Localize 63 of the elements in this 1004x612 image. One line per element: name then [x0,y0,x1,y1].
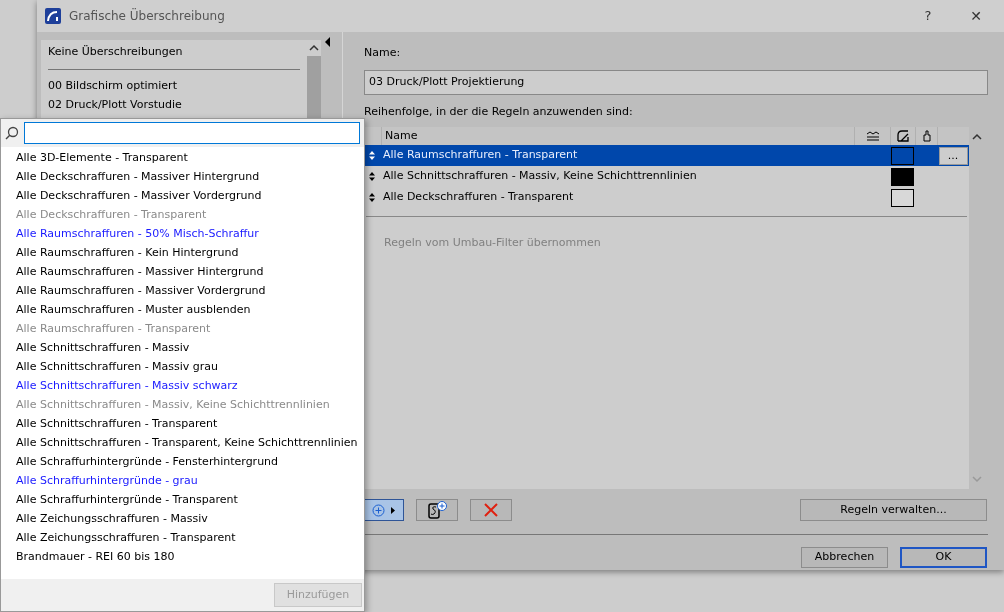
rule-option[interactable]: Alle Zeichungsschraffuren - Massiv [1,509,364,528]
collapse-icon[interactable] [325,37,330,47]
scroll-up-icon[interactable] [309,44,319,51]
rule-name: Alle Schnittschraffuren - Massiv, Keine Schichttrennlinien [382,168,698,185]
rule-name: Alle Raumschraffuren - Transparent [382,147,579,164]
style-list-item[interactable]: Keine Überschreibungen [48,45,183,58]
reorder-icon[interactable] [369,193,375,202]
hatch-icon[interactable] [897,130,909,142]
add-rule-button[interactable] [362,499,404,521]
rule-option[interactable]: Alle 3D-Elemente - Transparent [1,148,364,167]
rule-option[interactable]: Alle Deckschraffuren - Massiver Vordergrund [1,186,364,205]
name-label: Name: [364,45,402,61]
manage-rules-button[interactable]: Regeln verwalten... [800,499,987,521]
rules-label: Reihenfolge, in der die Regeln anzuwenden sind: [364,103,634,120]
rule-option[interactable]: Alle Schnittschraffuren - Massiv, Keine Schichttrennlinien [1,395,364,414]
scroll-up-icon[interactable] [972,133,982,140]
rule-option[interactable]: Alle Zeichungsschraffuren - Transparent [1,528,364,547]
inherited-rules-label: Regeln vom Umbau-Filter übernommen [384,235,602,251]
reorder-icon[interactable] [369,172,375,181]
rule-option[interactable]: Alle Raumschraffuren - Muster ausblenden [1,300,364,319]
window-title: Grafische Überschreibung [69,7,225,25]
fill-swatch[interactable] [891,167,914,186]
caret-icon [390,506,395,514]
help-button[interactable]: ? [908,6,948,26]
rule-row[interactable]: Alle Schnittschraffuren - Massiv, Keine Schichttrennlinien [364,166,969,187]
rule-option[interactable]: Alle Raumschraffuren - Transparent [1,319,364,338]
rule-option[interactable]: Alle Schraffurhintergründe - Fensterhintergrund [1,452,364,471]
rule-option[interactable]: Alle Deckschraffuren - Massiver Hintergrund [1,167,364,186]
app-logo-icon [45,8,61,24]
rule-set-add-icon [426,501,448,519]
fill-swatch[interactable] [891,188,914,207]
brush-icon[interactable] [921,130,932,142]
rule-option[interactable]: Alle Raumschraffuren - Massiver Vordergrund [1,281,364,300]
close-button[interactable]: ✕ [956,5,996,27]
rule-option[interactable]: Alle Raumschraffuren - Kein Hintergrund [1,243,364,262]
rule-option[interactable]: Alle Deckschraffuren - Transparent [1,205,364,224]
rule-option[interactable]: Alle Raumschraffuren - Massiver Hintergrund [1,262,364,281]
layers-icon[interactable] [865,131,880,141]
rule-name: Alle Deckschraffuren - Transparent [382,189,575,206]
style-list-item[interactable]: 00 Bildschirm optimiert [48,75,300,95]
reorder-icon[interactable] [369,151,375,160]
more-button[interactable]: ... [938,146,968,165]
fill-swatch[interactable] [891,146,914,165]
rule-option[interactable]: Alle Schraffurhintergründe - grau [1,471,364,490]
rule-option[interactable]: Alle Schnittschraffuren - Massiv schwarz [1,376,364,395]
rule-option[interactable]: Alle Schnittschraffuren - Transparent [1,414,364,433]
rule-option[interactable]: Brandmauer - REI 60 bis 180 [1,547,364,566]
style-list-item[interactable]: 02 Druck/Plott Vorstudie [48,94,300,114]
rule-row[interactable]: Alle Deckschraffuren - Transparent [364,187,969,208]
ok-button[interactable]: OK [900,547,987,568]
plus-circle-icon [371,503,385,517]
rule-option[interactable]: Alle Schnittschraffuren - Transparent, Keine Schichttrennlinien [1,433,364,452]
rule-option[interactable]: Alle Schraffurhintergründe - Transparent [1,490,364,509]
rule-option[interactable]: Alle Schnittschraffuren - Massiv [1,338,364,357]
search-field[interactable] [24,122,360,144]
search-icon [5,126,19,140]
cancel-button[interactable]: Abbrechen [801,547,888,568]
rule-option[interactable]: Alle Schnittschraffuren - Massiv grau [1,357,364,376]
add-rule-set-button[interactable] [416,499,458,521]
rule-row[interactable]: Alle Raumschraffuren - Transparent ... [364,145,969,166]
delete-icon [484,503,498,517]
name-field[interactable]: 03 Druck/Plott Projektierung [364,69,988,95]
rule-option[interactable]: Alle Raumschraffuren - 50% Misch-Schraffur [1,224,364,243]
